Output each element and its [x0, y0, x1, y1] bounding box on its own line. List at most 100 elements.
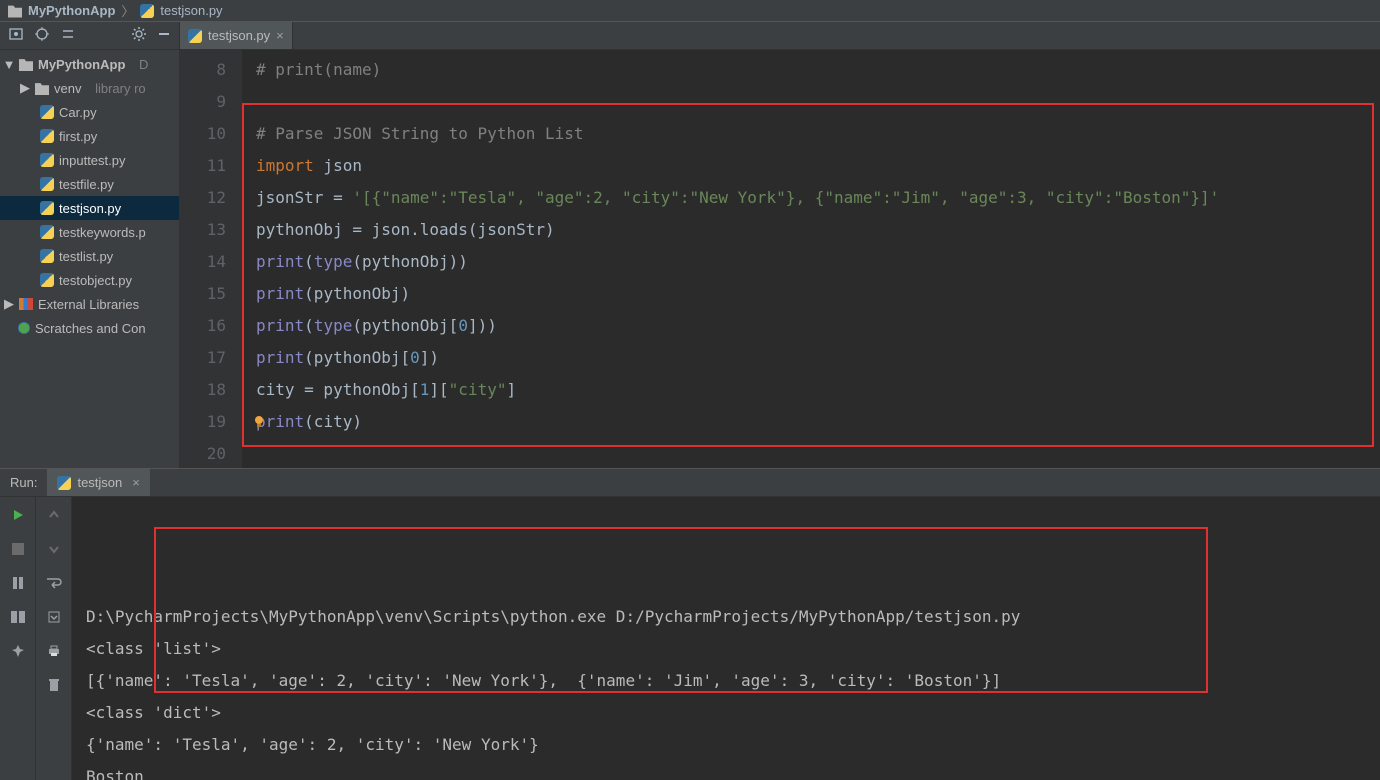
- collapse-all-icon[interactable]: [60, 26, 76, 45]
- tree-file-label: Car.py: [59, 105, 97, 120]
- tree-file[interactable]: testkeywords.p: [0, 220, 179, 244]
- main-split: ▼ MyPythonApp D ▶ venv library ro Car.py…: [0, 50, 1380, 468]
- intention-bulb-icon[interactable]: [252, 414, 266, 428]
- scratches-icon: [18, 322, 30, 334]
- code-line[interactable]: print(city): [256, 406, 1380, 438]
- layout-icon[interactable]: [8, 607, 28, 627]
- tree-file[interactable]: testjson.py: [0, 196, 179, 220]
- select-opened-file-icon[interactable]: [8, 26, 24, 45]
- soft-wrap-icon[interactable]: [44, 573, 64, 593]
- pause-icon[interactable]: [8, 573, 28, 593]
- tree-file[interactable]: Car.py: [0, 100, 179, 124]
- tree-file-label: first.py: [59, 129, 97, 144]
- code-line[interactable]: import json: [256, 150, 1380, 182]
- tree-root-path: D: [139, 57, 148, 72]
- run-toolbars: [0, 497, 72, 780]
- gutter-line-number: 11: [180, 150, 226, 182]
- python-file-icon: [140, 4, 154, 18]
- tree-scratches[interactable]: Scratches and Con: [0, 316, 179, 340]
- gutter-line-number: 19: [180, 406, 226, 438]
- editor-gutter: 891011121314151617181920: [180, 50, 242, 468]
- console-line: {'name': 'Tesla', 'age': 2, 'city': 'New…: [86, 729, 1366, 761]
- code-line[interactable]: # Parse JSON String to Python List: [256, 118, 1380, 150]
- tree-root[interactable]: ▼ MyPythonApp D: [0, 52, 179, 76]
- tree-venv-label: venv: [54, 81, 81, 96]
- expander-right-icon[interactable]: ▶: [4, 299, 14, 309]
- console-line: <class 'dict'>: [86, 697, 1366, 729]
- code-line[interactable]: [256, 86, 1380, 118]
- close-tab-icon[interactable]: ×: [276, 28, 284, 43]
- toolbar-row: testjson.py ×: [0, 22, 1380, 50]
- tree-file-label: testkeywords.p: [59, 225, 146, 240]
- code-line[interactable]: print(pythonObj[0]): [256, 342, 1380, 374]
- down-icon[interactable]: [44, 539, 64, 559]
- pin-icon[interactable]: [8, 641, 28, 661]
- python-file-icon: [40, 273, 54, 287]
- console-line: [{'name': 'Tesla', 'age': 2, 'city': 'Ne…: [86, 665, 1366, 697]
- code-line[interactable]: # print(name): [256, 54, 1380, 86]
- close-run-tab-icon[interactable]: ×: [132, 475, 140, 490]
- tree-scratches-label: Scratches and Con: [35, 321, 146, 336]
- console-line: Boston: [86, 761, 1366, 780]
- hide-icon[interactable]: [157, 27, 171, 44]
- tree-file-label: inputtest.py: [59, 153, 126, 168]
- tree-file[interactable]: testlist.py: [0, 244, 179, 268]
- code-line[interactable]: pythonObj = json.loads(jsonStr): [256, 214, 1380, 246]
- tree-file[interactable]: first.py: [0, 124, 179, 148]
- code-line[interactable]: city = pythonObj[1]["city"]: [256, 374, 1380, 406]
- editor-code[interactable]: # print(name) # Parse JSON String to Pyth…: [242, 50, 1380, 468]
- project-tree[interactable]: ▼ MyPythonApp D ▶ venv library ro Car.py…: [0, 50, 180, 468]
- editor-tab-testjson[interactable]: testjson.py ×: [180, 22, 293, 49]
- python-file-icon: [40, 225, 54, 239]
- breadcrumb-file[interactable]: testjson.py: [160, 3, 222, 18]
- stop-icon[interactable]: [8, 539, 28, 559]
- console-line: D:\PycharmProjects\MyPythonApp\venv\Scri…: [86, 601, 1366, 633]
- rerun-icon[interactable]: [8, 505, 28, 525]
- run-toolbar-right: [36, 497, 72, 780]
- code-line[interactable]: jsonStr = '[{"name":"Tesla", "age":2, "c…: [256, 182, 1380, 214]
- tree-file-label: testlist.py: [59, 249, 113, 264]
- tree-external-libraries[interactable]: ▶ External Libraries: [0, 292, 179, 316]
- code-line[interactable]: print(type(pythonObj)): [256, 246, 1380, 278]
- gutter-line-number: 8: [180, 54, 226, 86]
- python-file-icon: [188, 29, 202, 43]
- gutter-line-number: 10: [180, 118, 226, 150]
- tree-file-label: testjson.py: [59, 201, 121, 216]
- python-file-icon: [40, 249, 54, 263]
- library-icon: [19, 298, 33, 310]
- scroll-to-end-icon[interactable]: [44, 607, 64, 627]
- breadcrumb-project[interactable]: MyPythonApp: [28, 3, 115, 18]
- console-output[interactable]: D:\PycharmProjects\MyPythonApp\venv\Scri…: [72, 497, 1380, 780]
- code-line[interactable]: [256, 438, 1380, 468]
- editor-tab-label: testjson.py: [208, 28, 270, 43]
- expander-right-icon[interactable]: ▶: [20, 83, 30, 93]
- run-toolbar-left: [0, 497, 36, 780]
- gear-icon[interactable]: [131, 26, 147, 45]
- python-file-icon: [40, 129, 54, 143]
- python-file-icon: [40, 105, 54, 119]
- expander-down-icon[interactable]: ▼: [4, 59, 14, 69]
- python-file-icon: [40, 201, 54, 215]
- up-icon[interactable]: [44, 505, 64, 525]
- python-icon: [57, 476, 71, 490]
- code-editor[interactable]: 891011121314151617181920 # print(name)# …: [180, 50, 1380, 468]
- run-body: D:\PycharmProjects\MyPythonApp\venv\Scri…: [0, 497, 1380, 780]
- folder-icon: [19, 57, 33, 71]
- tree-file[interactable]: testfile.py: [0, 172, 179, 196]
- print-icon[interactable]: [44, 641, 64, 661]
- code-line[interactable]: print(type(pythonObj[0])): [256, 310, 1380, 342]
- trash-icon[interactable]: [44, 675, 64, 695]
- tree-file[interactable]: testobject.py: [0, 268, 179, 292]
- folder-icon: [35, 81, 49, 95]
- gutter-line-number: 13: [180, 214, 226, 246]
- code-line[interactable]: print(pythonObj): [256, 278, 1380, 310]
- target-icon[interactable]: [34, 26, 50, 45]
- gutter-line-number: 9: [180, 86, 226, 118]
- tree-file[interactable]: inputtest.py: [0, 148, 179, 172]
- tree-venv[interactable]: ▶ venv library ro: [0, 76, 179, 100]
- folder-icon: [8, 4, 22, 18]
- console-line: <class 'list'>: [86, 633, 1366, 665]
- gutter-line-number: 15: [180, 278, 226, 310]
- run-tab[interactable]: testjson ×: [47, 469, 149, 496]
- breadcrumb-sep: 〉: [121, 1, 134, 20]
